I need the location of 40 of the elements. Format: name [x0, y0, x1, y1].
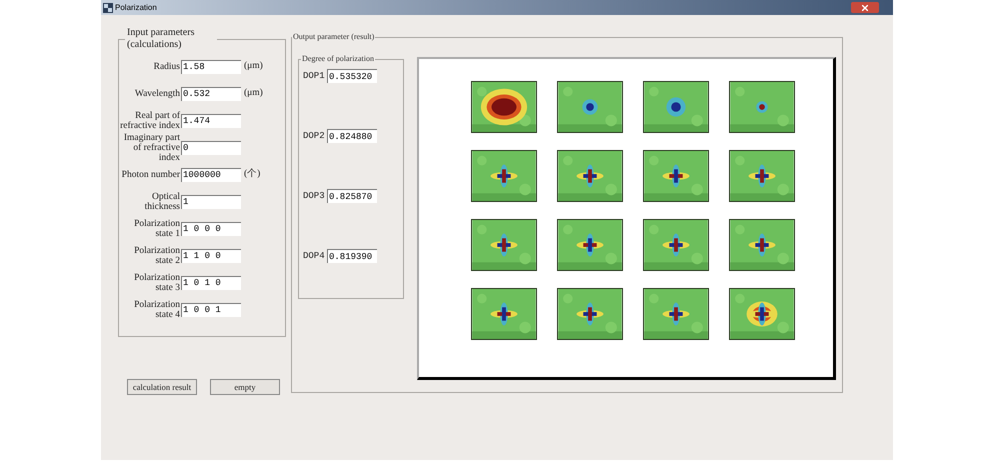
field-label: Real part of refractive index	[119, 110, 180, 130]
input-field[interactable]: 0	[181, 140, 241, 154]
input-field[interactable]: 1 0 0 1	[181, 302, 241, 316]
unit-label: (μm)	[244, 87, 263, 100]
unit-label: (个)	[244, 167, 260, 182]
field-label: Polarization state 1	[133, 218, 180, 238]
output-field[interactable]: 0.535320	[327, 69, 377, 83]
field-label: DOP3	[303, 190, 326, 203]
field-label: Photon number	[120, 170, 180, 180]
field-label: Optical thickness	[144, 192, 180, 212]
group-title: Input parameters (calculations)	[126, 27, 196, 51]
field-label: DOP4	[303, 250, 326, 263]
input-field[interactable]: 1.58	[181, 60, 241, 74]
group-title: Degree of polarization	[301, 53, 375, 65]
app-icon	[103, 2, 113, 12]
input-field[interactable]: 0.532	[181, 86, 241, 100]
close-button[interactable]	[851, 2, 879, 13]
field-label: DOP1	[303, 70, 326, 83]
unit-label: (μm)	[244, 60, 263, 74]
window-title: Polarization	[115, 2, 157, 14]
action-button[interactable]: empty	[210, 379, 280, 395]
input-field[interactable]: 1 0 1 0	[181, 276, 241, 290]
field-label: Polarization state 3	[133, 272, 180, 292]
field-label: Polarization state 4	[133, 300, 180, 320]
field-label: Radius	[152, 62, 180, 72]
group-title: Output parameter (result)	[292, 31, 376, 43]
input-field[interactable]: 1	[181, 194, 241, 208]
input-field[interactable]: 1.474	[181, 114, 241, 128]
field-label: Imaginary part of refractive index	[122, 132, 180, 162]
action-button[interactable]: calculation result	[127, 379, 197, 395]
output-field[interactable]: 0.824880	[327, 129, 377, 143]
field-label: Wavelength	[134, 88, 180, 98]
field-label: Polarization state 2	[133, 246, 180, 266]
input-field[interactable]: 1000000	[181, 168, 241, 182]
close-icon	[862, 4, 868, 10]
input-field[interactable]: 1 1 0 0	[181, 248, 241, 262]
output-field[interactable]: 0.825870	[327, 189, 377, 203]
output-field[interactable]: 0.819390	[327, 249, 377, 263]
input-field[interactable]: 1 0 0 0	[181, 222, 241, 236]
field-label: DOP2	[303, 130, 326, 143]
